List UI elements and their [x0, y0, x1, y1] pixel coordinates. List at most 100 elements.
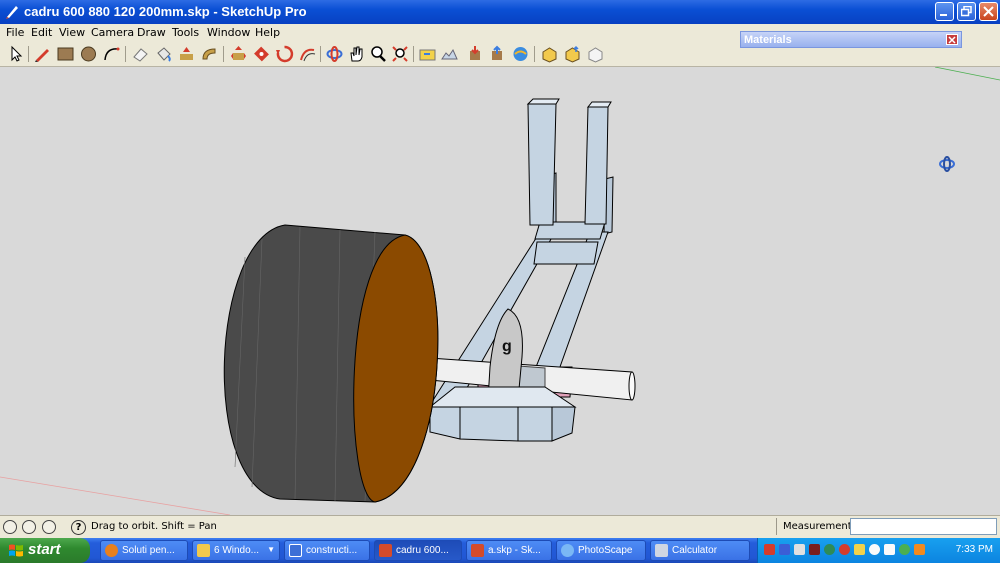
close-button[interactable]: [979, 2, 998, 21]
materials-close-button[interactable]: [946, 34, 958, 45]
tray-network-icon[interactable]: [779, 544, 790, 555]
user-icon[interactable]: [42, 520, 56, 534]
menu-window[interactable]: Window: [207, 26, 250, 39]
materials-panel-title: Materials: [744, 34, 792, 46]
task-firefox[interactable]: Soluti pen...: [100, 540, 188, 561]
tray-utorrent-icon[interactable]: [914, 544, 925, 555]
menu-draw[interactable]: Draw: [137, 26, 166, 39]
follow-me-icon[interactable]: [200, 45, 219, 63]
taskbar-clock[interactable]: 7:33 PM: [956, 544, 993, 555]
paint-bucket-icon[interactable]: [154, 45, 173, 63]
task-group-arrow-icon: ▼: [267, 545, 275, 554]
scale-icon[interactable]: [275, 45, 294, 63]
share-model-icon[interactable]: [488, 45, 507, 63]
menu-tools[interactable]: Tools: [172, 26, 199, 39]
frame-upright-left: [527, 103, 557, 226]
pencil-icon[interactable]: [33, 45, 52, 63]
component-icon[interactable]: [540, 45, 559, 63]
task-sketchup-cadru[interactable]: cadru 600...: [374, 540, 462, 561]
select-icon[interactable]: [6, 45, 25, 63]
frame-front-block-3: [517, 406, 553, 442]
menu-camera[interactable]: Camera: [91, 26, 134, 39]
task-label: Calculator: [672, 545, 718, 556]
add-location-icon[interactable]: [418, 45, 437, 63]
toolbar-separator: [320, 46, 321, 62]
red-axis: [0, 476, 231, 515]
tray-antivirus-icon[interactable]: [839, 544, 850, 555]
menu-edit[interactable]: Edit: [31, 26, 52, 39]
component-options-icon[interactable]: [586, 45, 605, 63]
zoom-extents-icon[interactable]: [391, 45, 410, 63]
share-component-icon[interactable]: [563, 45, 582, 63]
firefox-icon: [105, 544, 118, 557]
menu-view[interactable]: View: [59, 26, 85, 39]
title-bar: cadru 600 880 120 200mm.skp - SketchUp P…: [0, 0, 1000, 24]
measurements-input[interactable]: [850, 518, 997, 535]
measurements-label: Measurements: [776, 518, 857, 535]
start-label: start: [28, 541, 61, 558]
task-label: constructi...: [306, 545, 358, 556]
zoom-icon[interactable]: [369, 45, 388, 63]
green-axis: [934, 67, 1000, 81]
tray-clock-icon[interactable]: [869, 544, 880, 555]
minimize-icon: [940, 14, 947, 16]
sketchup-icon: [471, 544, 484, 557]
rectangle-icon[interactable]: [56, 45, 75, 63]
help-icon[interactable]: ?: [71, 520, 86, 535]
tray-usb-icon[interactable]: [884, 544, 895, 555]
tray-update-icon[interactable]: [899, 544, 910, 555]
sketchup-icon: [379, 544, 392, 557]
get-models-icon[interactable]: [466, 45, 485, 63]
tray-skype-icon[interactable]: [824, 544, 835, 555]
tray-monitor-icon[interactable]: [794, 544, 805, 555]
task-label: PhotoScape: [578, 545, 633, 556]
task-calculator[interactable]: Calculator: [650, 540, 750, 561]
extension-warehouse-icon[interactable]: [511, 45, 530, 63]
task-label: a.skp - Sk...: [488, 545, 541, 556]
frame-cross-mid: [533, 241, 599, 265]
task-photoscape[interactable]: PhotoScape: [556, 540, 646, 561]
tray-volume-icon[interactable]: [809, 544, 820, 555]
close-icon: [983, 6, 994, 17]
task-label: Soluti pen...: [122, 545, 175, 556]
axle-end: [628, 371, 636, 401]
geo-location-icon[interactable]: [3, 520, 17, 534]
toolbar-separator: [125, 46, 126, 62]
status-hint: Drag to orbit. Shift = Pan: [91, 521, 217, 532]
tray-shield-icon[interactable]: [764, 544, 775, 555]
calculator-icon: [655, 544, 668, 557]
circle-icon[interactable]: [79, 45, 98, 63]
toolbar-separator: [534, 46, 535, 62]
materials-panel[interactable]: Materials: [740, 31, 962, 48]
task-word[interactable]: constructi...: [284, 540, 370, 561]
toggle-terrain-icon[interactable]: [440, 45, 459, 63]
modeling-viewport[interactable]: g: [0, 67, 1000, 515]
tray-messenger-icon[interactable]: [854, 544, 865, 555]
orbit-cursor-icon: [939, 156, 955, 172]
task-windows-explorer[interactable]: 6 Windo... ▼: [192, 540, 280, 561]
credits-icon[interactable]: [22, 520, 36, 534]
task-sketchup-a[interactable]: a.skp - Sk...: [466, 540, 552, 561]
windows-logo-icon: [9, 544, 23, 557]
frame-front-block-1: [429, 406, 461, 440]
pan-icon[interactable]: [347, 45, 366, 63]
minimize-button[interactable]: [935, 2, 954, 21]
menu-file[interactable]: File: [6, 26, 24, 39]
toolbar-separator: [223, 46, 224, 62]
windows-taskbar: start Soluti pen... 6 Windo... ▼ constru…: [0, 538, 1000, 563]
photoscape-icon: [561, 544, 574, 557]
close-icon: [948, 36, 956, 44]
arc-icon[interactable]: [102, 45, 121, 63]
move-icon[interactable]: [229, 45, 248, 63]
eraser-icon[interactable]: [131, 45, 150, 63]
push-pull-icon[interactable]: [177, 45, 196, 63]
folder-icon: [197, 544, 210, 557]
restore-button[interactable]: [957, 2, 976, 21]
orbit-icon[interactable]: [325, 45, 344, 63]
menu-help[interactable]: Help: [255, 26, 280, 39]
status-bar: ? Drag to orbit. Shift = Pan Measurement…: [0, 515, 1000, 539]
sketchup-app-icon: [6, 6, 18, 19]
start-button[interactable]: start: [0, 538, 90, 563]
offset-icon[interactable]: [298, 45, 317, 63]
rotate-icon[interactable]: [252, 45, 271, 63]
